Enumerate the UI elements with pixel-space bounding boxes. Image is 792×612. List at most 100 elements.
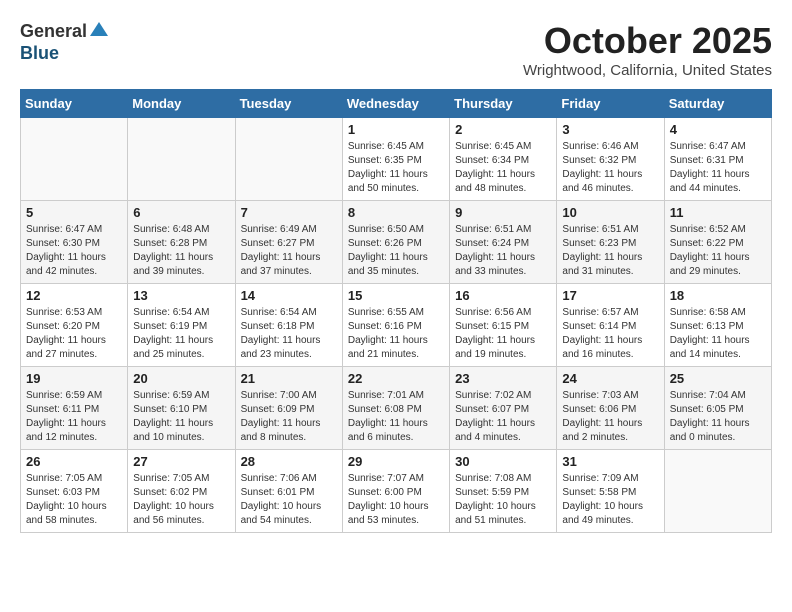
day-number: 9 — [455, 205, 551, 220]
logo: General Blue — [20, 20, 108, 64]
weekday-header-saturday: Saturday — [664, 90, 771, 118]
day-info: Sunrise: 6:55 AM Sunset: 6:16 PM Dayligh… — [348, 306, 444, 362]
calendar-cell: 9 Sunrise: 6:51 AM Sunset: 6:24 PM Daylig… — [450, 201, 557, 284]
calendar-cell: 4 Sunrise: 6:47 AM Sunset: 6:31 PM Daylig… — [664, 118, 771, 201]
calendar-cell: 31Sunrise: 7:09 AM Sunset: 5:58 PM Dayli… — [557, 450, 664, 533]
calendar-cell: 8Sunrise: 6:50 AM Sunset: 6:26 PM Daylig… — [342, 201, 449, 284]
calendar-cell: 19 Sunrise: 6:59 AM Sunset: 6:11 PM Dayli… — [21, 367, 128, 450]
day-info: Sunrise: 6:47 AM Sunset: 6:30 PM Dayligh… — [26, 223, 122, 279]
calendar-cell: 24Sunrise: 7:03 AM Sunset: 6:06 PM Dayli… — [557, 367, 664, 450]
day-info: Sunrise: 6:57 AM Sunset: 6:14 PM Dayligh… — [562, 306, 658, 362]
logo-blue-text: Blue — [20, 43, 59, 63]
day-info: Sunrise: 6:54 AM Sunset: 6:18 PM Dayligh… — [241, 306, 337, 362]
title-block: October 2025 Wrightwood, California, Uni… — [523, 20, 772, 79]
calendar-cell: 22 Sunrise: 7:01 AM Sunset: 6:08 PM Dayli… — [342, 367, 449, 450]
day-number: 2 — [455, 122, 551, 137]
calendar-cell: 3 Sunrise: 6:46 AM Sunset: 6:32 PM Daylig… — [557, 118, 664, 201]
day-info: Sunrise: 7:07 AM Sunset: 6:00 PM Dayligh… — [348, 472, 444, 528]
day-info: Sunrise: 6:47 AM Sunset: 6:31 PM Dayligh… — [670, 140, 766, 196]
day-info: Sunrise: 6:54 AM Sunset: 6:19 PM Dayligh… — [133, 306, 229, 362]
day-info: Sunrise: 6:52 AM Sunset: 6:22 PM Dayligh… — [670, 223, 766, 279]
weekday-header-wednesday: Wednesday — [342, 90, 449, 118]
day-number: 7 — [241, 205, 337, 220]
weekday-header-row: SundayMondayTuesdayWednesdayThursdayFrid… — [21, 90, 772, 118]
day-number: 5 — [26, 205, 122, 220]
day-number: 14 — [241, 288, 337, 303]
day-info: Sunrise: 6:49 AM Sunset: 6:27 PM Dayligh… — [241, 223, 337, 279]
day-info: Sunrise: 7:04 AM Sunset: 6:05 PM Dayligh… — [670, 389, 766, 445]
calendar-week-row: 12Sunrise: 6:53 AM Sunset: 6:20 PM Dayli… — [21, 284, 772, 367]
calendar-cell: 30 Sunrise: 7:08 AM Sunset: 5:59 PM Dayli… — [450, 450, 557, 533]
day-info: Sunrise: 6:58 AM Sunset: 6:13 PM Dayligh… — [670, 306, 766, 362]
calendar-cell: 5 Sunrise: 6:47 AM Sunset: 6:30 PM Daylig… — [21, 201, 128, 284]
day-number: 6 — [133, 205, 229, 220]
calendar-cell: 27 Sunrise: 7:05 AM Sunset: 6:02 PM Dayli… — [128, 450, 235, 533]
calendar-week-row: 1Sunrise: 6:45 AM Sunset: 6:35 PM Daylig… — [21, 118, 772, 201]
logo-triangle-icon — [90, 20, 108, 43]
calendar-cell: 20 Sunrise: 6:59 AM Sunset: 6:10 PM Dayli… — [128, 367, 235, 450]
day-number: 19 — [26, 371, 122, 386]
calendar-cell: 15 Sunrise: 6:55 AM Sunset: 6:16 PM Dayli… — [342, 284, 449, 367]
weekday-header-thursday: Thursday — [450, 90, 557, 118]
calendar-cell: 1Sunrise: 6:45 AM Sunset: 6:35 PM Daylig… — [342, 118, 449, 201]
day-info: Sunrise: 6:56 AM Sunset: 6:15 PM Dayligh… — [455, 306, 551, 362]
calendar-cell: 13 Sunrise: 6:54 AM Sunset: 6:19 PM Dayli… — [128, 284, 235, 367]
calendar-cell: 25 Sunrise: 7:04 AM Sunset: 6:05 PM Dayli… — [664, 367, 771, 450]
weekday-header-monday: Monday — [128, 90, 235, 118]
day-number: 13 — [133, 288, 229, 303]
day-info: Sunrise: 7:00 AM Sunset: 6:09 PM Dayligh… — [241, 389, 337, 445]
day-number: 8 — [348, 205, 444, 220]
calendar-cell: 2 Sunrise: 6:45 AM Sunset: 6:34 PM Daylig… — [450, 118, 557, 201]
calendar-week-row: 5 Sunrise: 6:47 AM Sunset: 6:30 PM Daylig… — [21, 201, 772, 284]
day-number: 27 — [133, 454, 229, 469]
day-info: Sunrise: 7:01 AM Sunset: 6:08 PM Dayligh… — [348, 389, 444, 445]
calendar-cell — [128, 118, 235, 201]
day-info: Sunrise: 6:51 AM Sunset: 6:24 PM Dayligh… — [455, 223, 551, 279]
day-info: Sunrise: 6:59 AM Sunset: 6:10 PM Dayligh… — [133, 389, 229, 445]
day-number: 30 — [455, 454, 551, 469]
weekday-header-sunday: Sunday — [21, 90, 128, 118]
day-info: Sunrise: 7:06 AM Sunset: 6:01 PM Dayligh… — [241, 472, 337, 528]
calendar-cell: 18 Sunrise: 6:58 AM Sunset: 6:13 PM Dayli… — [664, 284, 771, 367]
calendar-cell: 6Sunrise: 6:48 AM Sunset: 6:28 PM Daylig… — [128, 201, 235, 284]
day-number: 18 — [670, 288, 766, 303]
day-info: Sunrise: 6:51 AM Sunset: 6:23 PM Dayligh… — [562, 223, 658, 279]
calendar-cell: 28Sunrise: 7:06 AM Sunset: 6:01 PM Dayli… — [235, 450, 342, 533]
day-number: 10 — [562, 205, 658, 220]
day-info: Sunrise: 6:53 AM Sunset: 6:20 PM Dayligh… — [26, 306, 122, 362]
day-info: Sunrise: 6:45 AM Sunset: 6:34 PM Dayligh… — [455, 140, 551, 196]
day-info: Sunrise: 7:02 AM Sunset: 6:07 PM Dayligh… — [455, 389, 551, 445]
day-number: 15 — [348, 288, 444, 303]
day-info: Sunrise: 7:05 AM Sunset: 6:03 PM Dayligh… — [26, 472, 122, 528]
day-number: 4 — [670, 122, 766, 137]
calendar-week-row: 26Sunrise: 7:05 AM Sunset: 6:03 PM Dayli… — [21, 450, 772, 533]
day-number: 11 — [670, 205, 766, 220]
day-info: Sunrise: 7:05 AM Sunset: 6:02 PM Dayligh… — [133, 472, 229, 528]
day-info: Sunrise: 6:46 AM Sunset: 6:32 PM Dayligh… — [562, 140, 658, 196]
calendar-week-row: 19 Sunrise: 6:59 AM Sunset: 6:11 PM Dayli… — [21, 367, 772, 450]
calendar-cell: 26Sunrise: 7:05 AM Sunset: 6:03 PM Dayli… — [21, 450, 128, 533]
calendar-table: SundayMondayTuesdayWednesdayThursdayFrid… — [20, 89, 772, 533]
calendar-cell: 7 Sunrise: 6:49 AM Sunset: 6:27 PM Daylig… — [235, 201, 342, 284]
weekday-header-friday: Friday — [557, 90, 664, 118]
day-number: 3 — [562, 122, 658, 137]
calendar-cell: 29 Sunrise: 7:07 AM Sunset: 6:00 PM Dayli… — [342, 450, 449, 533]
day-info: Sunrise: 6:59 AM Sunset: 6:11 PM Dayligh… — [26, 389, 122, 445]
day-number: 16 — [455, 288, 551, 303]
day-number: 21 — [241, 371, 337, 386]
calendar-cell: 10 Sunrise: 6:51 AM Sunset: 6:23 PM Dayli… — [557, 201, 664, 284]
calendar-cell: 17Sunrise: 6:57 AM Sunset: 6:14 PM Dayli… — [557, 284, 664, 367]
day-number: 29 — [348, 454, 444, 469]
calendar-cell: 14 Sunrise: 6:54 AM Sunset: 6:18 PM Dayli… — [235, 284, 342, 367]
day-number: 22 — [348, 371, 444, 386]
calendar-cell — [664, 450, 771, 533]
logo-general-text: General — [20, 21, 87, 42]
weekday-header-tuesday: Tuesday — [235, 90, 342, 118]
day-info: Sunrise: 7:09 AM Sunset: 5:58 PM Dayligh… — [562, 472, 658, 528]
day-info: Sunrise: 7:08 AM Sunset: 5:59 PM Dayligh… — [455, 472, 551, 528]
page-header: General Blue October 2025 Wrightwood, Ca… — [20, 20, 772, 79]
day-number: 25 — [670, 371, 766, 386]
day-number: 20 — [133, 371, 229, 386]
calendar-cell: 23 Sunrise: 7:02 AM Sunset: 6:07 PM Dayli… — [450, 367, 557, 450]
day-number: 23 — [455, 371, 551, 386]
